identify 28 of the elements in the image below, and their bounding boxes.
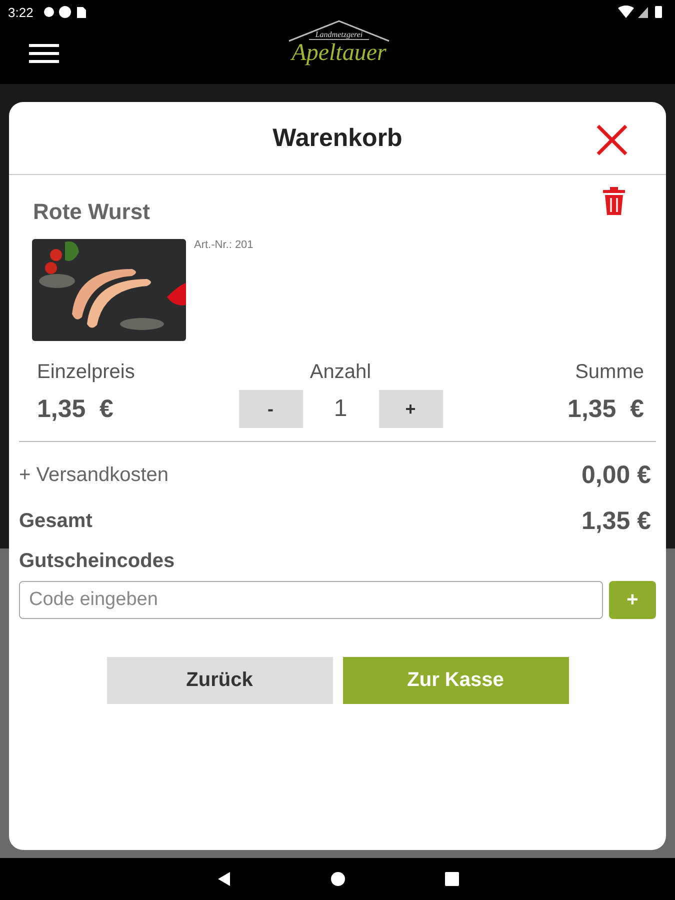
- sum-label: Summe: [574, 361, 644, 384]
- home-icon[interactable]: [330, 871, 346, 887]
- overview-icon[interactable]: [444, 871, 460, 887]
- quantity-value: 1: [332, 395, 348, 423]
- back-icon[interactable]: [216, 871, 232, 887]
- dialog-title: Warenkorb: [272, 124, 402, 152]
- product-name: Rote Wurst: [33, 199, 150, 225]
- unit-price-label: Einzelpreis: [37, 361, 136, 384]
- article-number: Art.-Nr.: 201: [194, 239, 254, 251]
- coupon-label: Gutscheincodes: [19, 550, 176, 573]
- logo-name: Apeltauer: [292, 40, 386, 66]
- system-status-icons: [617, 5, 665, 19]
- total-amount: 1,35 €: [581, 506, 651, 536]
- shipping-label: + Versandkosten: [19, 464, 169, 486]
- unit-price: 1,35 €: [37, 394, 114, 424]
- quantity-label: Anzahl: [308, 361, 372, 384]
- shipping-cost: 0,00 €: [581, 460, 651, 490]
- coupon-field[interactable]: Code eingeben: [19, 581, 603, 619]
- close-icon[interactable]: [595, 123, 629, 157]
- menu-icon[interactable]: [29, 43, 59, 65]
- logo-subtitle: Landmetzgerei: [309, 30, 369, 40]
- decrement-button[interactable]: -: [238, 390, 302, 428]
- status-time: 3:22: [8, 4, 34, 20]
- back-button[interactable]: Zurück: [106, 657, 332, 704]
- trash-icon[interactable]: [602, 187, 626, 215]
- increment-button[interactable]: +: [378, 390, 442, 428]
- total-label: Gesamt: [19, 510, 92, 532]
- line-sum: 1,35 €: [566, 394, 644, 424]
